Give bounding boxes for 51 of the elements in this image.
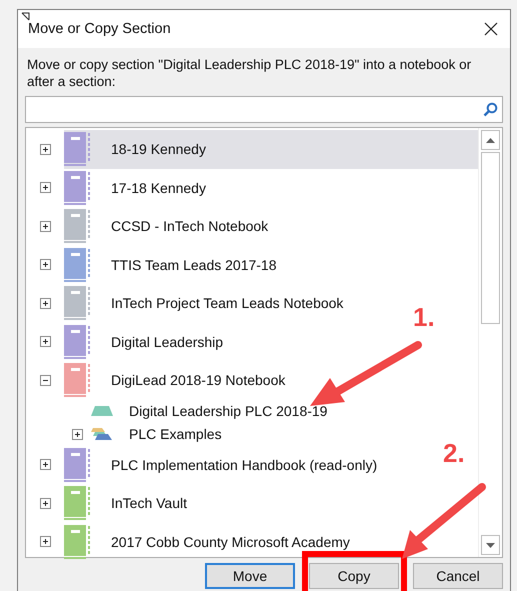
notebook-name: InTech Project Team Leads Notebook bbox=[111, 295, 344, 312]
up-arrow-icon[interactable] bbox=[486, 138, 495, 142]
tree-item[interactable]: InTech Project Team Leads Notebook bbox=[26, 284, 352, 322]
expander-icon[interactable] bbox=[40, 336, 51, 348]
tree-item[interactable]: CCSD - InTech Notebook bbox=[26, 207, 276, 246]
close-icon[interactable] bbox=[484, 22, 498, 36]
expander-icon[interactable] bbox=[40, 220, 51, 232]
expander-icon[interactable] bbox=[40, 259, 51, 270]
expander-icon[interactable] bbox=[40, 144, 51, 155]
search-field[interactable] bbox=[25, 96, 503, 123]
step-label: 1. bbox=[413, 302, 435, 333]
tree-item[interactable]: DigiLead 2018-19 Notebook bbox=[26, 361, 294, 400]
window-title: Move or Copy Section bbox=[28, 21, 172, 37]
expander-icon[interactable] bbox=[40, 498, 51, 509]
expander-icon[interactable] bbox=[40, 298, 51, 309]
notebook-name: Digital Leadership bbox=[111, 334, 224, 350]
scroll-thumb[interactable] bbox=[481, 152, 500, 324]
step-label: 2. bbox=[443, 438, 465, 469]
tree-item[interactable]: InTech Vault bbox=[26, 484, 196, 522]
notebook-name: 2017 Cobb County Microsoft Academy bbox=[111, 534, 350, 550]
tree-item[interactable]: PLC Examples bbox=[26, 422, 230, 446]
tree-item[interactable]: Digital Leadership PLC 2018-19 bbox=[26, 400, 336, 422]
dialog-button[interactable]: Move bbox=[205, 563, 295, 589]
dialog-button[interactable]: Cancel bbox=[413, 563, 503, 589]
notebook-name: TTIS Team Leads 2017-18 bbox=[111, 256, 277, 273]
search-icon[interactable] bbox=[483, 102, 498, 117]
down-arrow-icon[interactable] bbox=[486, 542, 495, 548]
resize-icon bbox=[21, 12, 30, 21]
notebook-name: CCSD - InTech Notebook bbox=[111, 218, 268, 234]
notebook-name: InTech Vault bbox=[111, 495, 188, 512]
tree-item[interactable]: TTIS Team Leads 2017-18 bbox=[26, 246, 285, 284]
notebook-name: 17-18 Kennedy bbox=[111, 180, 206, 196]
notebook-name: DigiLead 2018-19 Notebook bbox=[111, 372, 286, 388]
tree-item[interactable]: 2017 Cobb County Microsoft Academy bbox=[26, 522, 358, 561]
expander-icon[interactable] bbox=[40, 374, 51, 386]
scroll-down-button[interactable] bbox=[481, 535, 500, 555]
scrollbar[interactable] bbox=[478, 128, 502, 557]
section-name: PLC Examples bbox=[129, 426, 222, 442]
tree-item[interactable]: Digital Leadership bbox=[26, 322, 232, 361]
expander-icon[interactable] bbox=[40, 182, 51, 194]
notebook-name: 18-19 Kennedy bbox=[111, 141, 206, 158]
notebook-name: PLC Implementation Handbook (read-only) bbox=[111, 456, 378, 473]
expander-icon[interactable] bbox=[40, 459, 51, 470]
scroll-up-button[interactable] bbox=[481, 130, 500, 150]
instruction-text: Move or copy section "Digital Leadership PLC 2018-19" into a notebook or after a section: bbox=[27, 56, 472, 90]
section-name: Digital Leadership PLC 2018-19 bbox=[129, 403, 328, 419]
tree-item[interactable]: PLC Implementation Handbook (read-only) bbox=[26, 446, 386, 484]
expander-icon[interactable] bbox=[72, 428, 83, 440]
tree-item[interactable]: 17-18 Kennedy bbox=[26, 168, 214, 207]
dialog-button[interactable]: Copy bbox=[309, 563, 399, 589]
expander-icon[interactable] bbox=[40, 536, 51, 548]
